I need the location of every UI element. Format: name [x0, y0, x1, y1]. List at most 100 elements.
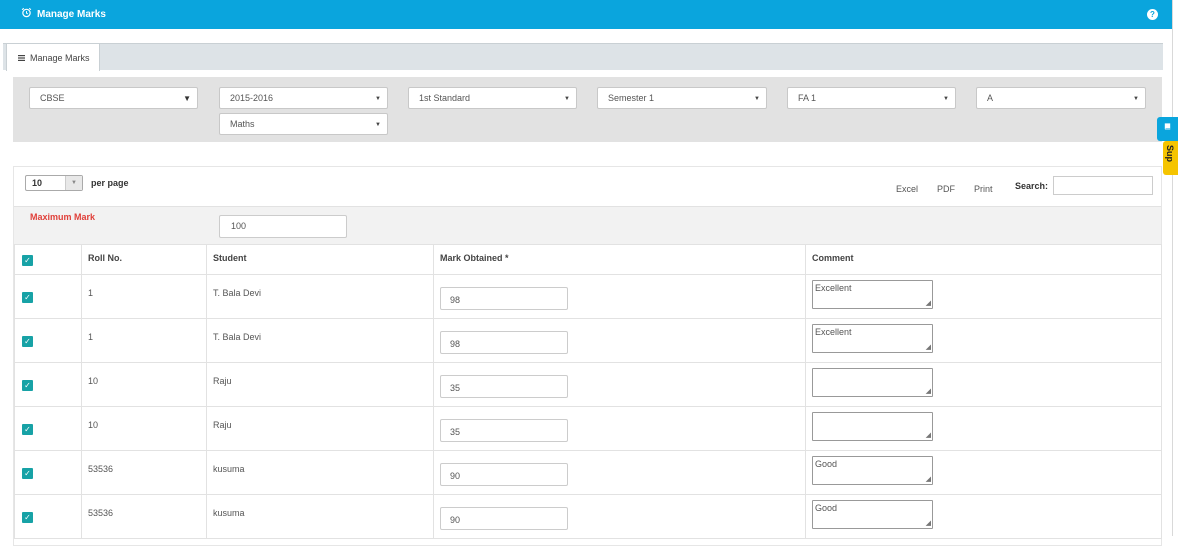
mark-input[interactable]: 98: [440, 331, 568, 354]
search-label: Search:: [1015, 181, 1049, 191]
page-title-text: Manage Marks: [37, 8, 106, 20]
comment-cell: ◢: [805, 406, 1162, 451]
alarm-clock-icon: [21, 7, 32, 21]
comment-cell: ◢: [805, 362, 1162, 407]
comment-cell: Excellent ◢: [805, 318, 1162, 363]
row-select-cell: ✓: [14, 318, 82, 363]
comment-textarea[interactable]: ◢: [812, 412, 933, 441]
roll-no-cell: 1: [81, 318, 207, 363]
row-select-cell: ✓: [14, 274, 82, 319]
mark-cell: 90: [433, 450, 806, 495]
tab-manage-marks[interactable]: Manage Marks: [6, 43, 100, 71]
row-checkbox[interactable]: ✓: [22, 468, 33, 479]
row-checkbox[interactable]: ✓: [22, 380, 33, 391]
row-select-cell: ✓: [14, 450, 82, 495]
table-row: ✓ 1 T. Bala Devi 98 Excellent ◢: [14, 274, 1162, 319]
row-checkbox[interactable]: ✓: [22, 336, 33, 347]
table-row: ✓ 53536 kusuma 90 Good ◢: [14, 494, 1162, 539]
help-icon[interactable]: ?: [1147, 9, 1158, 20]
student-cell: kusuma: [206, 450, 434, 495]
section-select[interactable]: A ▼: [976, 87, 1146, 109]
comment-textarea[interactable]: Good ◢: [812, 456, 933, 485]
print-button[interactable]: Print: [974, 184, 993, 194]
row-checkbox[interactable]: ✓: [22, 512, 33, 523]
menu-lines-icon: [18, 53, 25, 63]
year-select-value: 2015-2016: [230, 93, 274, 103]
section-select-value: A: [987, 93, 994, 103]
marks-table: ✓ Roll No. Student Mark Obtained * Comme…: [14, 244, 1162, 539]
export-pdf-button[interactable]: PDF: [937, 184, 955, 194]
resize-grip-icon[interactable]: ◢: [926, 344, 931, 351]
mark-input[interactable]: 90: [440, 507, 568, 530]
header-student[interactable]: Student: [206, 244, 434, 275]
student-cell: kusuma: [206, 494, 434, 539]
semester-select[interactable]: Semester 1 ▼: [597, 87, 767, 109]
book-icon[interactable]: [1157, 117, 1178, 141]
chevron-down-icon: ▼: [65, 176, 82, 190]
header-mark-obtained[interactable]: Mark Obtained *: [433, 244, 806, 275]
support-side-tab-label: Sup: [1165, 145, 1175, 162]
resize-grip-icon[interactable]: ◢: [926, 476, 931, 483]
select-all-checkbox[interactable]: ✓: [22, 255, 33, 266]
assessment-select[interactable]: FA 1 ▼: [787, 87, 956, 109]
roll-no-cell: 1: [81, 274, 207, 319]
row-select-cell: ✓: [14, 494, 82, 539]
comment-cell: Good ◢: [805, 494, 1162, 539]
student-cell: Raju: [206, 362, 434, 407]
row-select-cell: ✓: [14, 362, 82, 407]
comment-textarea[interactable]: ◢: [812, 368, 933, 397]
maximum-mark-row: [14, 206, 1161, 244]
standard-select[interactable]: 1st Standard ▼: [408, 87, 577, 109]
board-select[interactable]: CBSE ▼: [29, 87, 198, 109]
year-select[interactable]: 2015-2016 ▼: [219, 87, 388, 109]
table-row: ✓ 10 Raju 35 ◢: [14, 406, 1162, 451]
header-roll-no[interactable]: Roll No.: [81, 244, 207, 275]
mark-input[interactable]: 35: [440, 419, 568, 442]
tab-label: Manage Marks: [30, 52, 90, 63]
mark-input[interactable]: 98: [440, 287, 568, 310]
page-scroll-edge: [1172, 0, 1178, 536]
resize-grip-icon[interactable]: ◢: [926, 520, 931, 527]
roll-no-cell: 10: [81, 406, 207, 451]
caret-down-icon: ▼: [943, 96, 949, 102]
per-page-label: per page: [91, 178, 129, 188]
header-comment[interactable]: Comment: [805, 244, 1162, 275]
comment-textarea[interactable]: Excellent ◢: [812, 324, 933, 353]
maximum-mark-input[interactable]: 100: [219, 215, 347, 238]
comment-text: Good: [815, 503, 838, 513]
select-all-cell: ✓: [14, 244, 82, 275]
mark-input[interactable]: 35: [440, 375, 568, 398]
support-side-tab[interactable]: Sup: [1163, 141, 1178, 175]
subject-select[interactable]: Maths ▼: [219, 113, 388, 135]
semester-select-value: Semester 1: [608, 93, 655, 103]
top-header-bar: Manage Marks ?: [0, 0, 1172, 29]
resize-grip-icon[interactable]: ◢: [926, 300, 931, 307]
roll-no-cell: 53536: [81, 450, 207, 495]
table-header-row: ✓ Roll No. Student Mark Obtained * Comme…: [14, 244, 1162, 275]
comment-text: Excellent: [815, 327, 852, 337]
caret-down-icon: ▼: [1133, 96, 1139, 102]
mark-input[interactable]: 90: [440, 463, 568, 486]
caret-down-icon: ▼: [375, 122, 381, 128]
resize-grip-icon[interactable]: ◢: [926, 432, 931, 439]
caret-down-icon: ▼: [754, 96, 760, 102]
comment-text: Excellent: [815, 283, 852, 293]
per-page-select[interactable]: 10 ▼: [25, 175, 83, 191]
row-checkbox[interactable]: ✓: [22, 292, 33, 303]
export-excel-button[interactable]: Excel: [896, 184, 918, 194]
comment-textarea[interactable]: Good ◢: [812, 500, 933, 529]
mark-cell: 35: [433, 362, 806, 407]
roll-no-cell: 10: [81, 362, 207, 407]
comment-textarea[interactable]: Excellent ◢: [812, 280, 933, 309]
table-row: ✓ 1 T. Bala Devi 98 Excellent ◢: [14, 318, 1162, 363]
table-row: ✓ 10 Raju 35 ◢: [14, 362, 1162, 407]
mark-cell: 98: [433, 318, 806, 363]
search-input[interactable]: [1053, 176, 1153, 195]
student-cell: T. Bala Devi: [206, 318, 434, 363]
caret-down-icon: ▼: [564, 96, 570, 102]
board-select-value: CBSE: [40, 93, 65, 103]
resize-grip-icon[interactable]: ◢: [926, 388, 931, 395]
page-length-control: 10 ▼ per page: [25, 175, 129, 191]
comment-text: Good: [815, 459, 838, 469]
row-checkbox[interactable]: ✓: [22, 424, 33, 435]
